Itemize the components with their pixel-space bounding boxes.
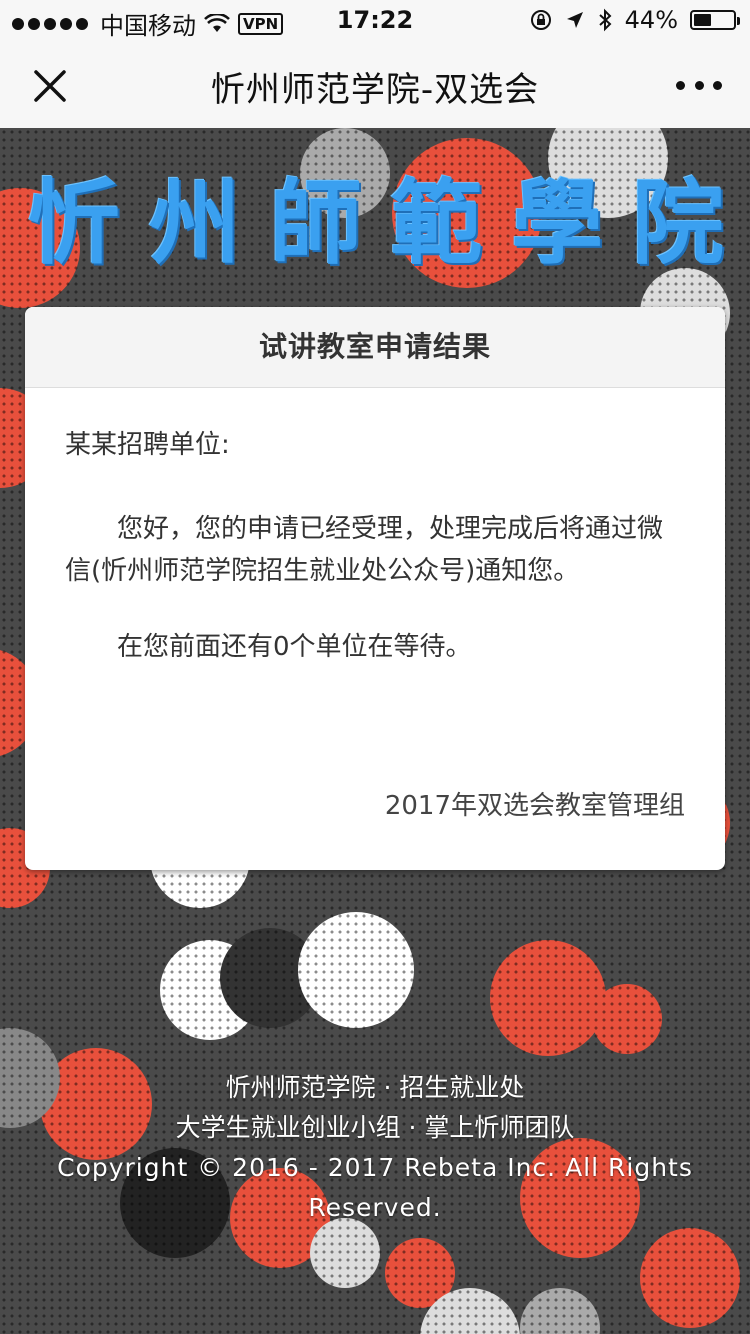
school-logo-text: 忻 州 師 範 學 院 (28, 150, 728, 280)
card-body: 某某招聘单位: 您好，您的申请已经受理，处理完成后将通过微信(忻州师范学院招生就… (25, 388, 725, 668)
page-title: 忻州师范学院-双选会 (210, 70, 540, 110)
logo-char: 學 (511, 168, 608, 277)
location-icon (566, 12, 583, 28)
copyright-text: Copyright © 2016 - 2017 Rebeta Inc. All … (57, 1153, 693, 1222)
battery-fill (694, 14, 711, 26)
close-icon[interactable] (30, 66, 70, 106)
result-card: 试讲教室申请结果 某某招聘单位: 您好，您的申请已经受理，处理完成后将通过微信(… (25, 307, 725, 870)
queue-status-text: 在您前面还有0个单位在等待。 (117, 632, 472, 662)
battery-percent: 44% (624, 6, 678, 34)
footer-org-line: 忻州师范学院 · 招生就业处 (225, 1073, 525, 1102)
greeting-text: 某某招聘单位: (65, 430, 230, 460)
message-text: 您好，您的申请已经受理，处理完成后将通过微信(忻州师范学院招生就业处公众号)通知… (65, 514, 664, 586)
footer: 忻州师范学院 · 招生就业处 大学生就业创业小组 · 掌上忻师团队 Copyri… (0, 1068, 750, 1228)
logo-char: 範 (390, 168, 487, 277)
rotation-lock-icon (530, 10, 551, 30)
card-title: 试讲教室申请结果 (25, 307, 725, 388)
bluetooth-icon (598, 8, 612, 32)
more-options-icon[interactable] (676, 70, 722, 100)
footer-team-line: 大学生就业创业小组 · 掌上忻师团队 (175, 1113, 575, 1142)
status-bar: 中国移动 VPN 17:22 44% (0, 0, 750, 40)
logo-char: 忻 (28, 168, 125, 277)
logo-char: 院 (631, 168, 728, 277)
logo-char: 師 (269, 168, 366, 277)
battery-icon (690, 10, 740, 30)
logo-char: 州 (148, 168, 245, 277)
signature-text: 2017年双选会教室管理组 (384, 791, 685, 821)
navigation-bar: 忻州师范学院-双选会 (0, 40, 750, 129)
